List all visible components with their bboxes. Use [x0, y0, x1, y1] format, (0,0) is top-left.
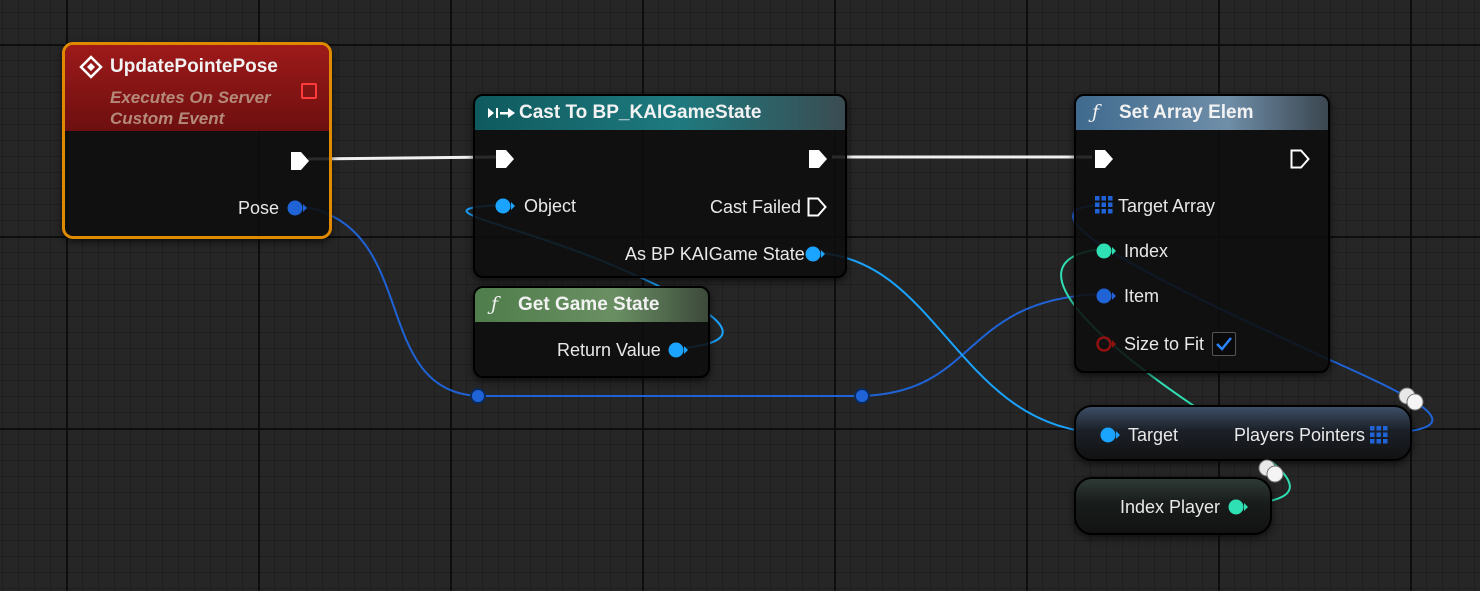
index-label: Index — [1124, 241, 1169, 261]
cast-exec-in-pin[interactable] — [494, 148, 516, 170]
index-player-knob-icon — [1258, 459, 1284, 483]
index-pin[interactable] — [1094, 241, 1118, 261]
target-array-label: Target Array — [1118, 196, 1216, 216]
event-exec-out-pin[interactable] — [289, 150, 311, 172]
cast-failed-exec-pin[interactable] — [806, 196, 828, 218]
set-array-elem-node[interactable]: ƒ Set Array Elem Target Array Index Item… — [1074, 94, 1330, 373]
item-label: Item — [1124, 286, 1160, 306]
size-to-fit-checkbox[interactable] — [1212, 332, 1236, 356]
cast-title: Cast To BP_KAIGameState — [519, 102, 762, 123]
return-value-pin[interactable] — [666, 340, 690, 360]
event-subtitle-server: Executes On Server — [110, 88, 271, 107]
players-pointers-grid-icon[interactable] — [1370, 426, 1388, 444]
get-game-state-header: ƒ Get Game State — [475, 288, 708, 322]
return-value-label: Return Value — [557, 340, 661, 360]
size-to-fit-label: Size to Fit — [1124, 334, 1205, 354]
index-player-pin[interactable] — [1226, 497, 1250, 517]
as-game-state-label: As BP KAIGame State — [625, 244, 805, 264]
cast-failed-label: Cast Failed — [710, 197, 802, 217]
cast-node-header: Cast To BP_KAIGameState — [475, 96, 845, 130]
function-icon: ƒ — [491, 293, 499, 315]
players-pointers-node[interactable]: Target Players Pointers — [1074, 405, 1412, 461]
replicated-square-icon — [301, 83, 317, 99]
set-array-elem-header: ƒ Set Array Elem — [1076, 96, 1328, 130]
players-pointers-label: Players Pointers — [1234, 425, 1366, 445]
pose-pin[interactable] — [285, 198, 309, 218]
reroute-knot-right[interactable] — [854, 388, 870, 404]
index-player-node[interactable]: Index Player — [1074, 477, 1272, 535]
index-player-label: Index Player — [1120, 497, 1221, 517]
object-pin[interactable] — [493, 196, 517, 216]
event-title: UpdatePointePose — [110, 56, 278, 77]
function-icon: ƒ — [1092, 101, 1100, 123]
event-diamond-icon — [79, 55, 103, 79]
get-game-state-node[interactable]: ƒ Get Game State Return Value — [473, 286, 710, 378]
cast-node[interactable]: Cast To BP_KAIGameState Object Cast Fail… — [473, 94, 847, 278]
pose-label: Pose — [238, 198, 280, 218]
target-pin[interactable] — [1098, 425, 1122, 445]
object-label: Object — [524, 196, 577, 216]
custom-event-node[interactable]: UpdatePointePose Executes On Server Cust… — [62, 42, 332, 239]
event-node-header: UpdatePointePose Executes On Server Cust… — [65, 45, 329, 131]
cast-exec-out-pin[interactable] — [807, 148, 829, 170]
cast-arrow-icon — [488, 108, 515, 118]
target-array-grid-icon[interactable] — [1095, 196, 1113, 214]
get-game-state-title: Get Game State — [518, 294, 660, 315]
event-subtitle-custom: Custom Event — [110, 109, 225, 128]
set-array-elem-title: Set Array Elem — [1119, 102, 1254, 123]
exec-wire-event-to-cast — [307, 155, 497, 161]
checkmark-icon — [1216, 337, 1232, 351]
target-label: Target — [1128, 425, 1179, 445]
reroute-knot-left[interactable] — [470, 388, 486, 404]
size-to-fit-pin[interactable] — [1094, 334, 1118, 354]
set-array-exec-out-pin[interactable] — [1289, 148, 1311, 170]
item-pin[interactable] — [1094, 286, 1118, 306]
as-game-state-pin[interactable] — [803, 244, 827, 264]
players-pointers-knob-icon — [1398, 387, 1424, 411]
set-array-exec-in-pin[interactable] — [1093, 148, 1115, 170]
